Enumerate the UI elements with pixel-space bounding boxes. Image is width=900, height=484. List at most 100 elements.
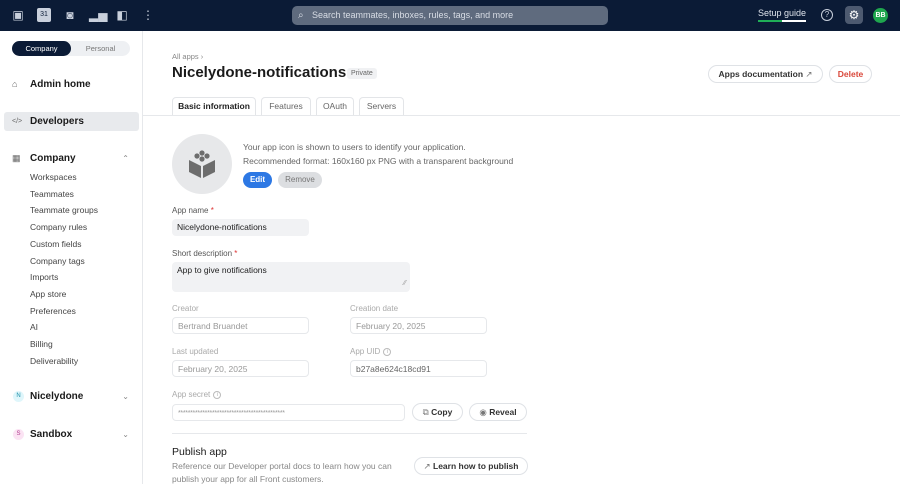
search-placeholder: Search teammates, inboxes, rules, tags, … — [312, 10, 514, 20]
avatar[interactable]: BB — [873, 8, 888, 23]
required-marker: * — [210, 206, 214, 215]
edit-icon-button[interactable]: Edit — [243, 172, 272, 188]
short-description-label: Short description * — [172, 249, 237, 258]
label-text: App secret — [172, 390, 211, 399]
app-icon — [172, 134, 232, 194]
app-uid-label: App UID i — [350, 347, 392, 356]
code-icon: </> — [12, 118, 23, 125]
tab-oauth[interactable]: OAuth — [316, 97, 354, 115]
workspace-badge: S — [13, 429, 24, 440]
settings-gear-icon[interactable]: ⚙ — [845, 6, 863, 24]
sidebar-subitem[interactable]: Company rules — [30, 222, 87, 232]
section-divider — [172, 433, 527, 434]
inbox-icon[interactable]: ▣ — [11, 8, 25, 22]
more-icon[interactable]: ⋮ — [141, 8, 155, 22]
app-uid-field: b27a8e624c18cd91 — [350, 360, 487, 377]
tab-basic-information[interactable]: Basic information — [172, 97, 256, 115]
creation-date-label: Creation date — [350, 304, 399, 313]
chevron-down-icon: ⌄ — [122, 392, 129, 401]
info-icon[interactable]: i — [383, 347, 392, 356]
remove-icon-button[interactable]: Remove — [278, 172, 322, 188]
visibility-badge: Private — [347, 68, 377, 79]
analytics-icon[interactable]: ▂▅ — [89, 8, 107, 22]
sidebar-subitem[interactable]: App store — [30, 289, 66, 299]
publish-description-line2: publish your app for all Front customers… — [172, 474, 324, 484]
breadcrumb-all-apps[interactable]: All apps — [172, 52, 199, 61]
learn-how-to-publish-button[interactable]: ↗ Learn how to publish — [414, 457, 528, 475]
page-title: Nicelydone-notifications — [172, 64, 347, 81]
toggle-personal[interactable]: Personal — [71, 41, 130, 56]
short-description-textarea[interactable]: App to give notifications ⁄⁄ — [172, 262, 410, 292]
app-blocks-icon — [189, 150, 215, 178]
button-label: Learn how to publish — [433, 461, 519, 471]
sidebar-item-label: Nicelydone — [30, 391, 84, 402]
home-icon: ⌂ — [12, 79, 18, 89]
last-updated-label: Last updated — [172, 347, 219, 356]
external-link-icon: ↗ — [423, 461, 431, 471]
creator-field: Bertrand Bruandet — [172, 317, 309, 334]
setup-guide-link[interactable]: Setup guide — [758, 8, 806, 18]
external-link-icon: ↗ — [805, 69, 813, 79]
app-name-input[interactable]: Nicelydone-notifications — [172, 219, 309, 236]
app-name-label: App name * — [172, 206, 214, 215]
sidebar-item-label: Admin home — [30, 79, 91, 90]
chevron-up-icon: ⌃ — [122, 154, 129, 163]
label-text: App UID — [350, 347, 381, 356]
button-label: Apps documentation — [718, 69, 804, 79]
required-marker: * — [234, 249, 238, 258]
app-secret-label: App secret i — [172, 390, 222, 399]
sidebar-subitem[interactable]: Workspaces — [30, 172, 77, 182]
setup-progress-fill — [758, 20, 782, 22]
icon-format-hint: Recommended format: 160x160 px PNG with … — [243, 156, 514, 166]
contacts-icon[interactable]: ◙ — [63, 8, 77, 22]
building-icon: ▦ — [12, 153, 21, 163]
sidebar-subitem[interactable]: Company tags — [30, 256, 85, 266]
sidebar-item-sandbox[interactable]: S Sandbox ⌄ — [4, 425, 139, 444]
creator-label: Creator — [172, 304, 199, 313]
button-label: Copy — [431, 407, 453, 417]
tab-features[interactable]: Features — [261, 97, 311, 115]
icon-hint: Your app icon is shown to users to ident… — [243, 142, 466, 152]
textarea-value: App to give notifications — [177, 265, 267, 275]
sidebar-subitem[interactable]: Deliverability — [30, 356, 78, 366]
calendar-icon[interactable]: 31 — [37, 8, 51, 22]
sidebar-item-label: Developers — [30, 116, 84, 127]
sidebar-subitem[interactable]: Preferences — [30, 306, 76, 316]
sidebar-item-admin-home[interactable]: ⌂ Admin home — [4, 75, 139, 94]
publish-app-heading: Publish app — [172, 446, 227, 458]
copy-secret-button[interactable]: ⧉ Copy — [412, 403, 463, 421]
sidebar-item-nicelydone[interactable]: N Nicelydone ⌄ — [4, 387, 139, 406]
button-label: Reveal — [489, 407, 517, 417]
breadcrumb[interactable]: All apps › — [172, 52, 203, 61]
last-updated-field: February 20, 2025 — [172, 360, 309, 377]
sidebar-subitem[interactable]: Teammates — [30, 189, 74, 199]
sidebar-subitem[interactable]: AI — [30, 322, 38, 332]
creation-date-field: February 20, 2025 — [350, 317, 487, 334]
apps-documentation-button[interactable]: Apps documentation ↗ — [708, 65, 823, 83]
sidebar-item-label: Sandbox — [30, 429, 73, 440]
knowledge-base-icon[interactable]: ◧ — [115, 8, 129, 22]
sidebar: Company Personal ⌂ Admin home </> Develope… — [0, 31, 143, 484]
workspace-badge: N — [13, 391, 24, 402]
delete-button[interactable]: Delete — [829, 65, 872, 83]
sidebar-subitem[interactable]: Custom fields — [30, 239, 82, 249]
resize-handle-icon[interactable]: ⁄⁄ — [404, 275, 406, 292]
sidebar-subitem[interactable]: Teammate groups — [30, 205, 98, 215]
publish-description-line1: Reference our Developer portal docs to l… — [172, 461, 392, 471]
sidebar-subitem[interactable]: Billing — [30, 339, 53, 349]
label-text: Short description — [172, 249, 233, 258]
top-bar: ▣ 31 ◙ ▂▅ ◧ ⋮ ⌕ Search teammates, inboxes… — [0, 0, 900, 31]
setup-progress-bar — [758, 20, 806, 22]
search-input[interactable]: ⌕ Search teammates, inboxes, rules, tags,… — [292, 6, 608, 25]
help-icon[interactable]: ? — [821, 9, 833, 21]
sidebar-subitem[interactable]: Imports — [30, 272, 58, 282]
reveal-secret-button[interactable]: ◉ Reveal — [469, 403, 527, 421]
info-icon[interactable]: i — [213, 390, 222, 399]
sidebar-item-label: Company — [30, 153, 76, 164]
tab-servers[interactable]: Servers — [359, 97, 404, 115]
sidebar-item-company[interactable]: ▦ Company ⌃ — [4, 149, 139, 168]
sidebar-item-developers[interactable]: </> Developers — [4, 112, 139, 131]
app-secret-field: ****************************************… — [172, 404, 405, 421]
scope-toggle: Company Personal — [12, 41, 130, 56]
toggle-company[interactable]: Company — [12, 41, 71, 56]
